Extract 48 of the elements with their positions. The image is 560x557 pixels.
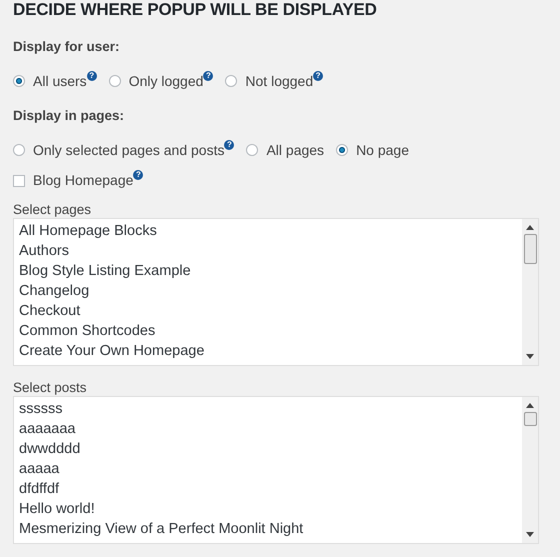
group-label: Display in pages: [13,107,126,125]
list-item[interactable]: All Homepage Blocks [19,221,517,241]
list-item[interactable]: Hello world! [19,499,517,519]
list-box[interactable]: ssssss aaaaaaa dwwdddd aaaaa dfdffdf Hello world! Mesmerizing View of a Perfect Moonlit Night [13,396,539,544]
scroll-thumb[interactable] [524,234,536,264]
list-item[interactable]: aaaaa [19,459,517,479]
list-item[interactable]: Common Shortcodes [19,321,517,341]
radio-button[interactable] [108,75,121,87]
option-label: No page [356,142,409,158]
list-box[interactable]: All Homepage Blocks Authors Blog Style Listing Example Changelog Checkout Common Shortcodes Create Your Own Homepage [13,218,539,366]
help-icon[interactable]: ? [133,170,144,180]
list-item[interactable]: ssssss [19,399,517,419]
scroll-down-icon[interactable] [526,532,534,537]
section-heading: DECIDE WHERE POPUP WILL BE DISPLAYED [13,0,378,20]
list-item[interactable]: Authors [19,241,517,261]
checkbox[interactable] [13,175,25,187]
group-label: Display for user: [13,38,121,56]
field-label: Select posts [13,380,88,396]
list-item[interactable]: dwwdddd [19,439,517,459]
list-item[interactable]: Blog Style Listing Example [19,261,517,281]
radio-button[interactable] [336,144,348,156]
option-label: Only selected pages and posts [33,142,224,158]
list-item[interactable]: Create Your Own Homepage [19,341,517,361]
scroll-up-icon[interactable] [526,225,534,230]
help-icon[interactable]: ? [203,71,214,81]
radio-button[interactable] [13,75,25,87]
scroll-thumb[interactable] [524,412,536,426]
list-item[interactable]: Changelog [19,281,517,301]
help-icon[interactable]: ? [313,71,324,81]
help-icon[interactable]: ? [224,140,234,150]
scroll-up-icon[interactable] [526,403,534,408]
scrollbar[interactable] [522,397,538,543]
list-item[interactable]: dfdffdf [19,479,517,499]
list-item[interactable]: Mesmerizing View of a Perfect Moonlit Night [19,519,517,539]
option-label: Blog Homepage [33,172,134,188]
option-label: Not logged [245,73,314,89]
scrollbar[interactable] [522,219,538,365]
radio-button[interactable] [225,75,238,87]
help-icon[interactable]: ? [86,71,97,81]
option-label: Only logged [128,73,204,89]
list-item[interactable]: aaaaaaa [19,419,517,439]
list-item[interactable]: Checkout [19,301,517,321]
radio-button[interactable] [246,144,258,156]
option-label: All pages [266,142,324,158]
scroll-down-icon[interactable] [526,354,534,359]
field-label: Select pages [13,202,92,218]
radio-button[interactable] [13,144,25,156]
option-label: All users [33,73,87,89]
